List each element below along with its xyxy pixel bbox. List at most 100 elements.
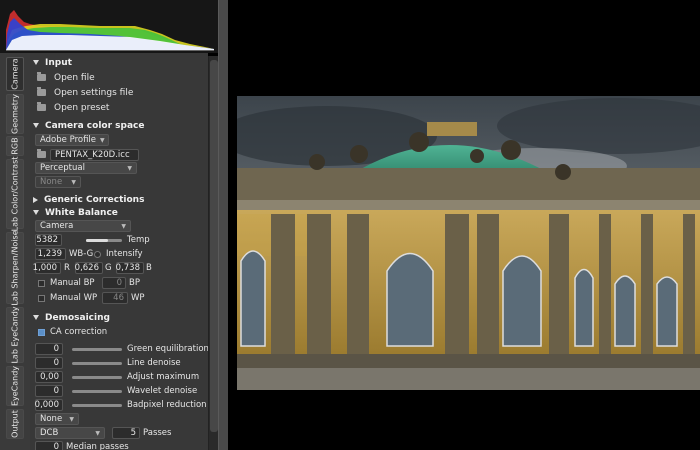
red-multiplier-value: 1,000 xyxy=(32,263,57,273)
section-input-header[interactable]: Input xyxy=(33,56,72,69)
line-denoise-value: 0 xyxy=(53,358,59,368)
tab-lab-sharpen-noise[interactable]: Lab Sharpen/Noise xyxy=(6,230,24,306)
tab-geometry-label: Geometry xyxy=(10,94,20,134)
icc-file-item[interactable]: PENTAX_K20D.icc xyxy=(37,148,139,161)
settings-panel: Input Open file Open settings file Open … xyxy=(30,53,208,450)
manual-wp-checkbox[interactable] xyxy=(38,295,45,302)
demosaic-method-value: DCB xyxy=(40,428,59,438)
palace-photo xyxy=(237,96,700,390)
folder-icon xyxy=(37,149,46,158)
pane-splitter[interactable] xyxy=(218,0,228,450)
wp-label: WP xyxy=(131,293,145,303)
adjust-maximum-spinbox[interactable]: 0,00 xyxy=(35,371,63,383)
panel-scrollbar[interactable] xyxy=(208,56,218,450)
passes-value: 5 xyxy=(130,428,136,438)
camera-profile-select[interactable]: Adobe Profile ▼ xyxy=(35,134,109,146)
open-file-item[interactable]: Open file xyxy=(37,71,95,84)
open-settings-file-item[interactable]: Open settings file xyxy=(37,86,133,99)
wavelet-denoise-label: Wavelet denoise xyxy=(127,386,198,396)
wbg-label: WB-G xyxy=(69,249,94,259)
green-multiplier-label: G xyxy=(105,263,112,273)
manual-bp-checkbox[interactable] xyxy=(38,280,45,287)
bp-spinbox[interactable]: 0 xyxy=(102,277,126,289)
tab-lab-color-contrast-label: Lab Color/Contrast xyxy=(10,156,20,232)
intensify-radio[interactable] xyxy=(94,251,101,258)
section-demosaicing-header[interactable]: Demosaicing xyxy=(33,311,110,324)
wbg-spinbox[interactable]: 1,239 xyxy=(35,248,66,260)
badpixel-reduction-spinbox[interactable]: 0,000 xyxy=(35,399,63,411)
section-generic-corrections-header[interactable]: Generic Corrections xyxy=(33,193,144,206)
passes-label: Passes xyxy=(143,428,172,438)
folder-icon xyxy=(37,102,46,111)
tab-rgb[interactable]: RGB xyxy=(6,136,24,156)
wavelet-denoise-value: 0 xyxy=(53,386,59,396)
temp-slider-fill xyxy=(86,239,108,242)
dropdown-arrow-icon: ▼ xyxy=(71,178,76,186)
bp-label: BP xyxy=(129,278,140,288)
camera-profile-value: Adobe Profile xyxy=(40,135,97,145)
intensify-label: Intensify xyxy=(106,249,143,259)
green-equilibration-value: 0 xyxy=(53,344,59,354)
filter-select[interactable]: None ▼ xyxy=(35,413,79,425)
tab-eyecandy[interactable]: EyeCandy xyxy=(6,366,24,406)
wavelet-denoise-slider[interactable] xyxy=(72,390,122,393)
tab-geometry[interactable]: Geometry xyxy=(6,94,24,134)
open-preset-label: Open preset xyxy=(54,102,110,113)
wbg-value: 1,239 xyxy=(37,249,62,259)
temp-spinbox[interactable]: 5382 xyxy=(35,234,62,246)
wavelet-denoise-spinbox[interactable]: 0 xyxy=(35,385,63,397)
green-equilibration-slider[interactable] xyxy=(72,348,122,351)
white-balance-mode-value: Camera xyxy=(40,221,74,231)
rendering-intent-select[interactable]: Perceptual ▼ xyxy=(35,162,137,174)
manual-wp-label: Manual WP xyxy=(50,293,98,303)
tool-tabs: Camera Geometry RGB Lab Color/Contrast L… xyxy=(0,53,30,450)
median-passes-spinbox[interactable]: 0 xyxy=(35,441,63,450)
ca-correction-label: CA correction xyxy=(50,327,108,337)
green-equilibration-spinbox[interactable]: 0 xyxy=(35,343,63,355)
wp-spinbox[interactable]: 46 xyxy=(102,292,128,304)
white-balance-mode-select[interactable]: Camera ▼ xyxy=(35,220,131,232)
section-white-balance-title: White Balance xyxy=(45,207,118,218)
green-multiplier-spinbox[interactable]: 0,626 xyxy=(75,262,103,274)
dropdown-arrow-icon: ▼ xyxy=(100,136,105,144)
blue-multiplier-label: B xyxy=(146,263,152,273)
dropdown-arrow-icon: ▼ xyxy=(127,164,132,172)
demosaic-method-select[interactable]: DCB ▼ xyxy=(35,427,105,439)
tab-lab-color-contrast[interactable]: Lab Color/Contrast xyxy=(6,156,24,232)
badpixel-reduction-slider[interactable] xyxy=(72,404,122,407)
line-denoise-spinbox[interactable]: 0 xyxy=(35,357,63,369)
icc-file-field[interactable]: PENTAX_K20D.icc xyxy=(50,148,139,161)
section-white-balance-header[interactable]: White Balance xyxy=(33,206,118,219)
dropdown-arrow-icon: ▼ xyxy=(95,429,100,437)
temp-value: 5382 xyxy=(36,235,58,245)
folder-icon xyxy=(37,72,46,81)
tab-output[interactable]: Output xyxy=(6,409,24,439)
tab-lab-eyecandy[interactable]: Lab EyeCandy xyxy=(6,306,24,364)
open-preset-item[interactable]: Open preset xyxy=(37,101,109,114)
expand-down-icon xyxy=(33,315,39,320)
temp-label: Temp xyxy=(127,235,150,245)
open-settings-label: Open settings file xyxy=(54,87,134,98)
red-multiplier-spinbox[interactable]: 1,000 xyxy=(32,262,61,274)
section-demosaicing-title: Demosaicing xyxy=(45,312,110,323)
line-denoise-slider[interactable] xyxy=(72,362,122,365)
lut-value: None xyxy=(40,177,63,187)
section-input-title: Input xyxy=(45,57,72,68)
section-camera-color-space-header[interactable]: Camera color space xyxy=(33,119,144,132)
panel-scrollbar-thumb[interactable] xyxy=(210,60,218,432)
median-passes-label: Median passes xyxy=(66,442,129,450)
image-preview[interactable] xyxy=(237,96,700,390)
tab-camera-label: Camera xyxy=(10,58,20,90)
folder-icon xyxy=(37,87,46,96)
blue-multiplier-spinbox[interactable]: 0,738 xyxy=(116,262,144,274)
median-passes-value: 0 xyxy=(53,442,59,450)
dropdown-arrow-icon: ▼ xyxy=(69,415,74,423)
tab-camera[interactable]: Camera xyxy=(6,57,24,91)
adjust-maximum-slider[interactable] xyxy=(72,376,122,379)
passes-spinbox[interactable]: 5 xyxy=(112,427,140,439)
lut-select[interactable]: None ▼ xyxy=(35,176,81,188)
expand-down-icon xyxy=(33,210,39,215)
temp-slider[interactable] xyxy=(86,239,122,242)
ca-correction-checkbox[interactable] xyxy=(38,329,45,336)
red-multiplier-label: R xyxy=(64,263,70,273)
